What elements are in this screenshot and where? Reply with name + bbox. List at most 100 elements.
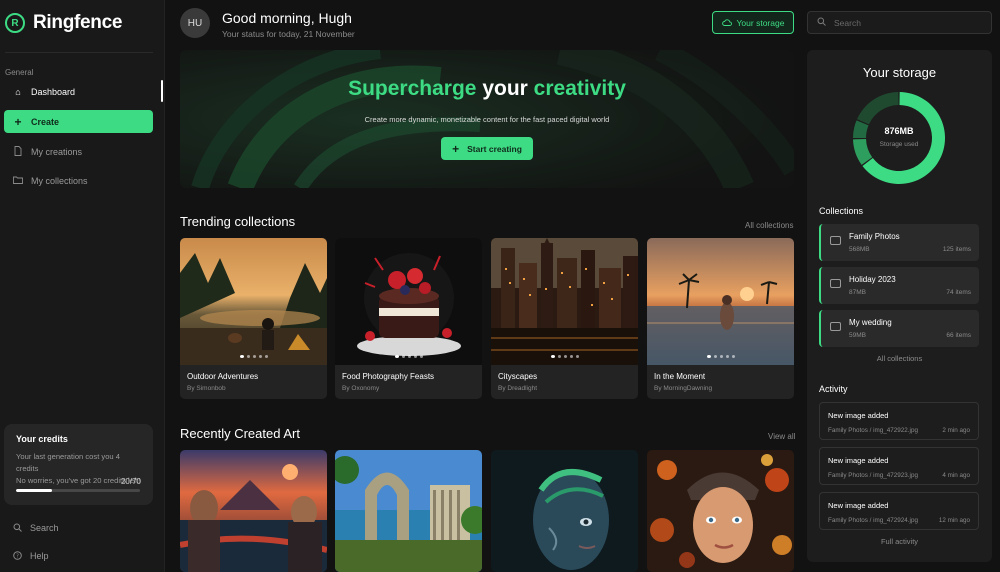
activity-item[interactable]: New image added Family Photos / img_4729… [819,492,979,530]
help-icon: ? [13,550,22,562]
activity-path: Family Photos / img_472924.jpg [828,517,918,524]
search-bar[interactable] [807,11,992,34]
activity-title: New image added [828,501,889,510]
collection-card-outdoor[interactable]: Outdoor Adventures By Simonbob [180,238,327,399]
storage-title: Your storage [862,65,937,80]
your-storage-button[interactable]: Your storage [712,11,794,34]
carousel-dots[interactable] [647,355,794,358]
all-collections-panel-link[interactable]: All collections [807,354,992,363]
storage-panel: Your storage 876MB Storage used Collecti… [807,50,992,562]
search-input[interactable] [834,17,984,28]
collection-size: 568MB [849,246,870,253]
credits-title: Your credits [16,434,68,444]
trending-title: Trending collections [180,214,296,229]
recent-art-title: Recently Created Art [180,426,300,441]
collection-card-food[interactable]: Food Photography Feasts By Oxonomy [335,238,482,399]
art-thumbnail[interactable] [647,450,794,572]
art-thumbnail[interactable] [491,450,638,572]
activity-path: Family Photos / img_472922.jpg [828,427,918,434]
activity-item[interactable]: New image added Family Photos / img_4729… [819,402,979,440]
activity-item[interactable]: New image added Family Photos / img_4729… [819,447,979,485]
art-image-portraits [180,450,327,572]
sidebar-section-label: General [5,68,34,77]
storage-used-label: Storage used [879,141,919,148]
donut-segment [857,92,899,125]
folder-icon [830,322,841,331]
activity-title: New image added [828,411,889,420]
ringfence-logo-icon: R [5,13,25,33]
cloud-icon [721,18,732,28]
art-thumbnail[interactable] [180,450,327,572]
folder-icon [13,176,23,186]
sidebar-help-label: Help [30,551,49,561]
card-title: Cityscapes [498,372,538,381]
collections-heading: Collections [819,206,864,216]
collection-item-family-photos[interactable]: Family Photos 568MB 125 items [819,224,979,261]
brand-logo[interactable]: R Ringfence [5,12,122,34]
card-author: By Simonbob [187,385,226,392]
carousel-dots[interactable] [491,355,638,358]
start-creating-label: Start creating [467,143,522,154]
art-image-alien [491,450,638,572]
hero-title: Supercharge your creativity [180,77,794,101]
full-activity-link[interactable]: Full activity [807,537,992,546]
hero-title-middle: your [476,77,534,100]
view-all-link[interactable]: View all [768,432,795,441]
storage-donut-chart [853,92,945,184]
card-author: By Dreadlight [498,385,538,392]
activity-heading: Activity [819,384,848,394]
search-icon [13,523,22,534]
carousel-dots[interactable] [180,355,327,358]
card-author: By Oxonomy [342,385,380,392]
hero-title-accent-1: Supercharge [348,77,477,100]
hero-title-accent-2: creativity [533,77,626,100]
home-icon: ⌂ [15,86,21,97]
sidebar-item-my-creations[interactable]: My creations [4,140,153,163]
activity-time: 2 min ago [942,427,970,434]
collection-item-my-wedding[interactable]: My wedding 59MB 66 items [819,310,979,347]
collection-card-moment[interactable]: In the Moment By MorningDawning [647,238,794,399]
activity-title: New image added [828,456,889,465]
avatar[interactable]: HU [180,8,210,38]
start-creating-button[interactable]: + Start creating [441,137,533,160]
collection-count: 74 items [946,289,971,296]
folder-icon [830,236,841,245]
hero-subtitle: Create more dynamic, monetizable content… [364,115,610,124]
search-icon [817,17,826,28]
document-icon [13,145,23,158]
card-title: In the Moment [654,372,706,381]
plus-icon: + [14,114,22,129]
plus-icon: + [452,141,460,156]
sidebar-item-label: Dashboard [31,86,76,97]
sidebar-item-label: My collections [31,175,88,186]
sidebar-search[interactable]: Search [4,518,153,538]
sidebar-divider [5,52,153,53]
card-title: Outdoor Adventures [187,372,259,381]
sidebar-item-label: My creations [31,146,83,157]
activity-time: 4 min ago [942,472,970,479]
collection-name: Holiday 2023 [849,275,896,284]
credits-progress-bar [16,489,140,492]
create-button[interactable]: + Create [4,110,153,133]
collection-size: 59MB [849,332,866,339]
all-collections-link[interactable]: All collections [745,221,793,230]
collection-name: Family Photos [849,232,900,241]
collection-size: 87MB [849,289,866,296]
sidebar-search-label: Search [30,523,59,533]
art-image-woman [647,450,794,572]
sidebar-help[interactable]: ? Help [4,546,153,566]
collection-item-holiday-2023[interactable]: Holiday 2023 87MB 74 items [819,267,979,304]
carousel-dots[interactable] [335,355,482,358]
sidebar-item-dashboard[interactable]: ⌂ Dashboard [4,80,153,103]
greeting: Good morning, Hugh [222,10,352,26]
collection-card-cityscapes[interactable]: Cityscapes By Dreadlight [491,238,638,399]
card-author: By MorningDawning [654,385,713,392]
art-thumbnail[interactable] [335,450,482,572]
sidebar-item-my-collections[interactable]: My collections [4,169,153,192]
folder-icon [830,279,841,288]
hero-banner: Supercharge your creativity Create more … [180,50,794,188]
collection-count: 125 items [942,246,971,253]
credits-card: Your credits Your last generation cost y… [4,424,153,505]
activity-time: 12 min ago [938,517,970,524]
sidebar-item-label: Create [31,116,60,127]
